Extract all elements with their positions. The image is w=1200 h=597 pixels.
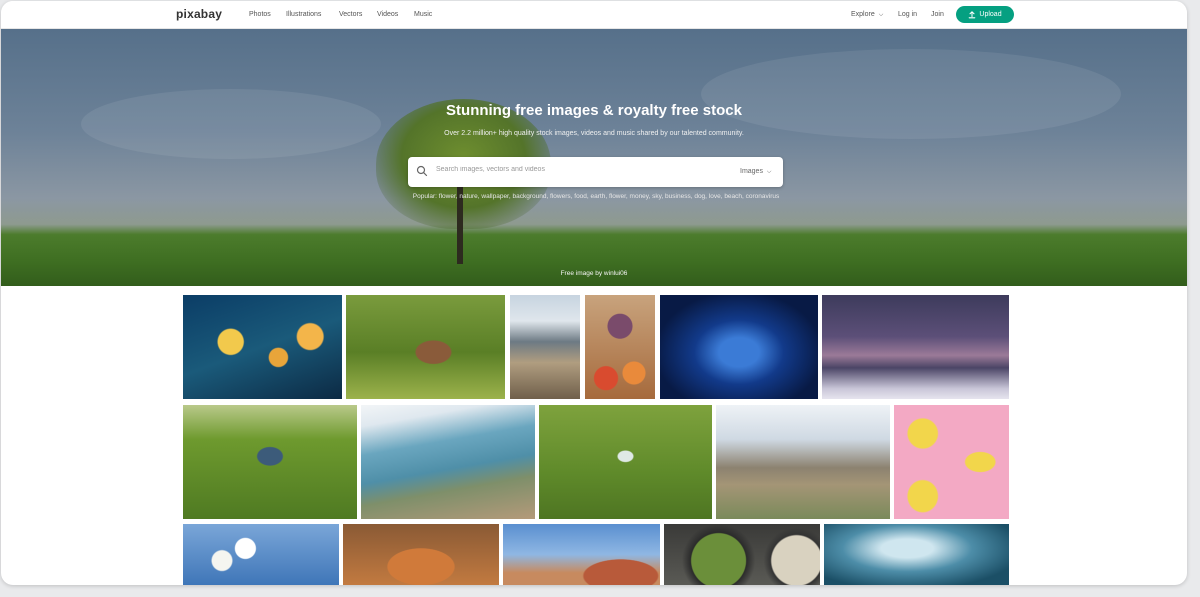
gallery-image-butterfly[interactable] xyxy=(539,405,712,519)
explore-menu[interactable]: Explore ⌵ xyxy=(851,11,883,19)
browser-frame: pixabay Photos Illustrations Vectors Vid… xyxy=(1,1,1187,585)
nav-illustrations[interactable]: Illustrations xyxy=(286,11,321,18)
gallery-image-white-blossoms[interactable] xyxy=(183,524,339,585)
upload-label: Upload xyxy=(979,11,1002,18)
upload-button[interactable]: Upload xyxy=(956,6,1014,23)
search-type-dropdown[interactable]: Images ⌵ xyxy=(740,168,771,176)
chevron-down-icon: ⌵ xyxy=(878,12,884,18)
hero-title: Stunning free images & royalty free stoc… xyxy=(446,102,742,119)
search-icon[interactable] xyxy=(416,165,428,177)
nav-videos[interactable]: Videos xyxy=(377,11,398,18)
gallery-image-salad[interactable] xyxy=(664,524,820,585)
chevron-down-icon: ⌵ xyxy=(766,169,772,175)
gallery-image-florence[interactable] xyxy=(503,524,660,585)
hero-banner: Stunning free images & royalty free stoc… xyxy=(1,29,1187,286)
gallery-image-mountain-road[interactable] xyxy=(510,295,580,399)
join-link[interactable]: Join xyxy=(931,11,944,18)
search-type-label: Images xyxy=(740,168,763,175)
search-input[interactable] xyxy=(436,166,716,173)
login-link[interactable]: Log in xyxy=(898,11,917,18)
gallery-image-mountain-valley[interactable] xyxy=(716,405,890,519)
gallery-image-bokeh-lights[interactable] xyxy=(183,295,342,399)
image-credit[interactable]: Free image by winlui06 xyxy=(1,270,1187,277)
upload-icon xyxy=(969,10,976,18)
gallery-image-coastal-bay[interactable] xyxy=(361,405,535,519)
search-bar: Images ⌵ xyxy=(408,157,783,187)
gallery-image-purple-mountains[interactable] xyxy=(822,295,1009,399)
hero-cloud xyxy=(81,89,381,159)
pixabay-logo[interactable]: pixabay xyxy=(176,7,222,21)
popular-tags[interactable]: Popular: flower, nature, wallpaper, back… xyxy=(406,192,786,201)
hero-cloud xyxy=(701,49,1121,139)
nav-music[interactable]: Music xyxy=(414,11,432,18)
gallery-image-aerial-sky[interactable] xyxy=(824,524,1009,585)
gallery-image-couple-meadow[interactable] xyxy=(183,405,357,519)
explore-label: Explore xyxy=(851,11,875,18)
gallery-image-blue-tunnel[interactable] xyxy=(660,295,818,399)
gallery-image-woman-field[interactable] xyxy=(346,295,505,399)
nav-photos[interactable]: Photos xyxy=(249,11,271,18)
gallery-image-ginger-cat[interactable] xyxy=(343,524,499,585)
nav-vectors[interactable]: Vectors xyxy=(339,11,362,18)
gallery-image-fruit[interactable] xyxy=(585,295,655,399)
top-navigation: pixabay Photos Illustrations Vectors Vid… xyxy=(1,1,1187,29)
gallery-image-lemon-pattern[interactable] xyxy=(894,405,1009,519)
hero-subtitle: Over 2.2 million+ high quality stock ima… xyxy=(444,130,744,137)
